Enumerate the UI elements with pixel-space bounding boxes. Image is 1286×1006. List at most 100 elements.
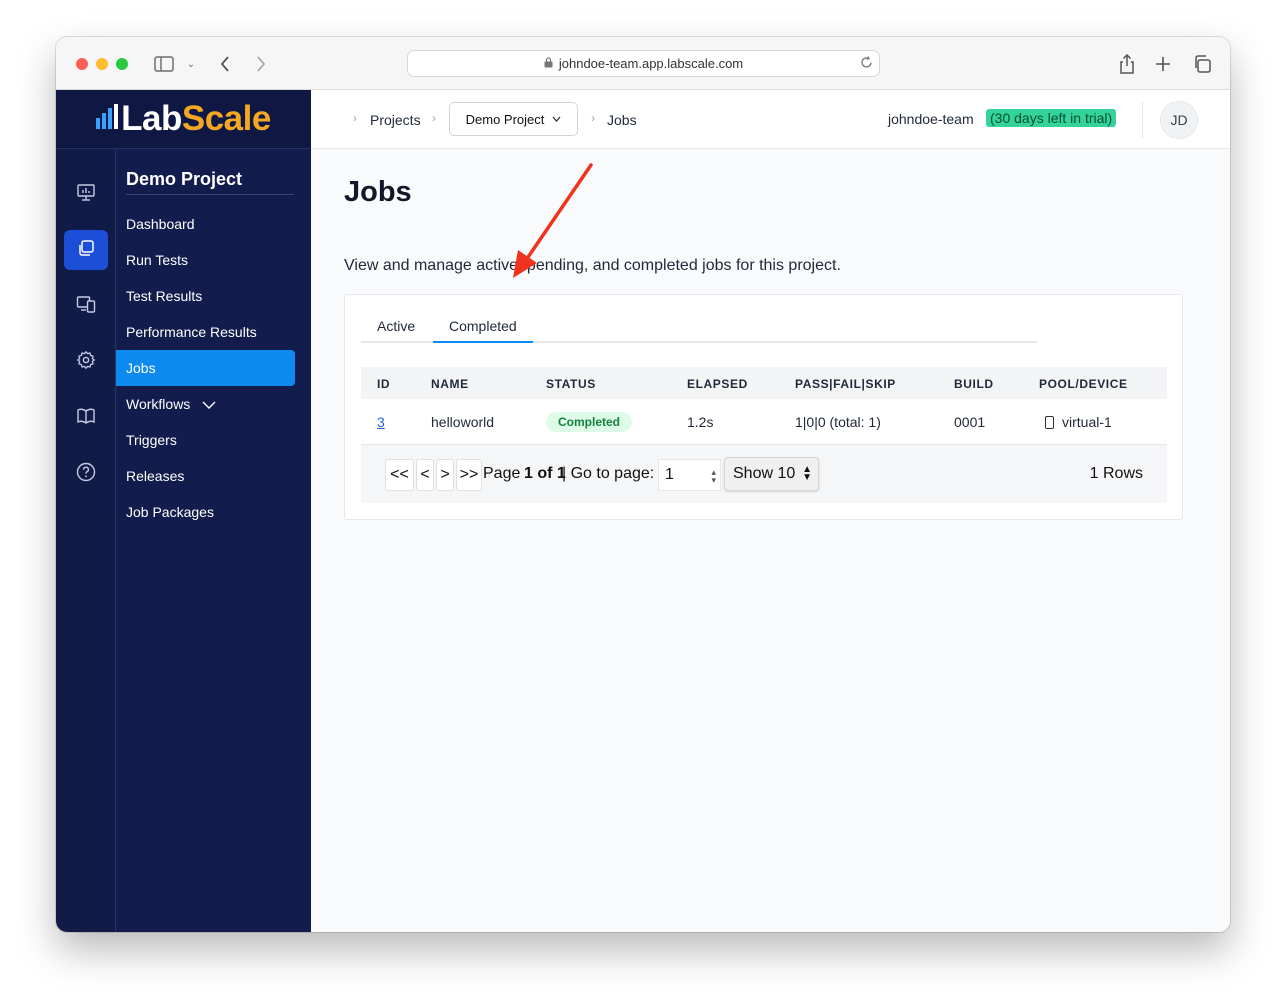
jobs-card: Active Completed ID NAME STATUS ELAPSED …: [344, 294, 1183, 520]
page-count: 1 of 1: [524, 465, 566, 482]
device-cell: virtual-1: [1045, 414, 1112, 430]
jobs-table: ID NAME STATUS ELAPSED PASS|FAIL|SKIP BU…: [361, 367, 1167, 503]
reload-icon[interactable]: [860, 56, 873, 72]
goto-page-input[interactable]: 1 ▴ ▾: [658, 459, 721, 491]
trial-badge[interactable]: (30 days left in trial): [986, 109, 1117, 127]
logo[interactable]: LabScale: [56, 90, 311, 149]
select-arrows-icon: ▲ ▼: [802, 464, 812, 483]
last-page-button[interactable]: >>: [456, 459, 482, 491]
job-id-cell[interactable]: 3: [377, 414, 385, 430]
minimize-window-button[interactable]: [96, 58, 108, 70]
tab-completed[interactable]: Completed: [433, 318, 533, 343]
job-id-link[interactable]: 3: [377, 414, 385, 430]
stepper-arrows-icon[interactable]: ▴ ▾: [711, 468, 716, 485]
tab-bar: Active Completed: [361, 311, 1037, 343]
build-cell: 0001: [954, 414, 986, 430]
back-icon[interactable]: [216, 53, 234, 75]
nav-item-label: Releases: [126, 468, 185, 484]
project-select[interactable]: Demo Project: [449, 102, 578, 136]
rail-dashboard-button[interactable]: [64, 174, 108, 214]
share-icon[interactable]: [1118, 53, 1136, 75]
zoom-window-button[interactable]: [116, 58, 128, 70]
pagination: << < > >> Page 1 of 1 | Go to page: 1 ▴ ▾…: [361, 445, 1167, 503]
table-row[interactable]: 3 helloworld Completed 1.2s 1|0|0 (total…: [361, 399, 1167, 445]
breadcrumb-chevron-icon: ›: [432, 111, 436, 125]
first-page-button[interactable]: <<: [385, 459, 414, 491]
column-header[interactable]: PASS|FAIL|SKIP: [795, 377, 896, 391]
table-header: ID NAME STATUS ELAPSED PASS|FAIL|SKIP BU…: [361, 367, 1167, 399]
gear-icon: [76, 350, 96, 375]
rail-docs-button[interactable]: [64, 398, 108, 438]
copy-squares-icon: [76, 238, 96, 263]
elapsed-cell: 1.2s: [687, 414, 714, 430]
nav-item-label: Triggers: [126, 432, 177, 448]
breadcrumb-projects[interactable]: Projects: [370, 112, 421, 128]
project-nav: Demo Project Dashboard Run Tests Test Re…: [116, 149, 311, 932]
project-select-label: Demo Project: [465, 111, 545, 127]
forward-icon[interactable]: [252, 53, 270, 75]
nav-item-label: Performance Results: [126, 324, 257, 340]
book-icon: [76, 406, 96, 431]
icon-rail: [56, 90, 116, 932]
column-header[interactable]: ELAPSED: [687, 377, 748, 391]
chevron-down-icon: [552, 114, 561, 125]
column-header[interactable]: ID: [377, 377, 390, 391]
nav-item-jobs[interactable]: Jobs: [116, 350, 295, 386]
nav-item-label: Jobs: [126, 360, 156, 376]
prev-page-button[interactable]: <: [416, 459, 434, 491]
rail-help-button[interactable]: [64, 454, 108, 494]
rail-projects-button[interactable]: [64, 230, 108, 270]
nav-item-job-packages[interactable]: Job Packages: [116, 494, 295, 530]
divider: [126, 194, 294, 195]
nav-item-test-results[interactable]: Test Results: [116, 278, 295, 314]
page-size-value: Show 10: [733, 465, 796, 482]
nav-item-performance-results[interactable]: Performance Results: [116, 314, 295, 350]
sidebar-toggle-icon[interactable]: [153, 53, 175, 75]
project-nav-title: Demo Project: [126, 169, 243, 189]
page-description: View and manage active, pending, and com…: [344, 257, 841, 274]
close-window-button[interactable]: [76, 58, 88, 70]
nav-item-label: Workflows: [126, 396, 191, 412]
tab-active[interactable]: Active: [377, 318, 415, 343]
nav-item-label: Test Results: [126, 288, 203, 304]
page-size-select[interactable]: Show 10 ▲ ▼: [724, 457, 819, 491]
row-count: 1 Rows: [1089, 465, 1143, 482]
divider: [1142, 102, 1143, 138]
column-header[interactable]: STATUS: [546, 377, 596, 391]
breadcrumb-chevron-icon: ›: [591, 111, 595, 125]
browser-window: ⌄ johndoe-team.app.labscale.com LabScale…: [56, 37, 1230, 932]
devices-icon: [76, 294, 96, 319]
url-text: johndoe-team.app.labscale.com: [558, 56, 744, 71]
rail-settings-button[interactable]: [64, 342, 108, 382]
device-name: virtual-1: [1062, 414, 1112, 430]
nav-item-triggers[interactable]: Triggers: [116, 422, 295, 458]
nav-item-label: Run Tests: [126, 252, 188, 268]
logo-bars-icon: [96, 103, 119, 135]
top-header: › Projects › Demo Project › Jobs johndoe…: [311, 90, 1230, 149]
next-page-button[interactable]: >: [436, 459, 454, 491]
address-bar[interactable]: johndoe-team.app.labscale.com: [407, 50, 880, 77]
column-header[interactable]: POOL/DEVICE: [1039, 377, 1128, 391]
main-content: › Projects › Demo Project › Jobs johndoe…: [311, 90, 1230, 932]
avatar[interactable]: JD: [1160, 101, 1198, 139]
tab-overview-icon[interactable]: [1192, 53, 1212, 75]
nav-item-workflows[interactable]: Workflows: [116, 386, 295, 422]
rail-devices-button[interactable]: [64, 286, 108, 326]
monitor-chart-icon: [76, 182, 96, 207]
help-circle-icon: [76, 462, 96, 487]
nav-item-run-tests[interactable]: Run Tests: [116, 242, 295, 278]
nav-item-label: Dashboard: [126, 216, 195, 232]
breadcrumb-chevron-icon: ›: [353, 111, 357, 125]
column-header[interactable]: NAME: [431, 377, 469, 391]
column-header[interactable]: BUILD: [954, 377, 994, 391]
nav-item-label: Job Packages: [126, 504, 214, 520]
pass-fail-skip-cell: 1|0|0 (total: 1): [795, 414, 881, 430]
chevron-down-icon: [202, 396, 216, 412]
status-badge: Completed: [546, 412, 633, 432]
chevron-down-icon[interactable]: ⌄: [184, 53, 198, 75]
team-name: johndoe-team: [888, 111, 974, 127]
nav-item-releases[interactable]: Releases: [116, 458, 295, 494]
phone-icon: [1045, 416, 1054, 429]
nav-item-dashboard[interactable]: Dashboard: [116, 206, 295, 242]
new-tab-icon[interactable]: [1154, 53, 1172, 75]
